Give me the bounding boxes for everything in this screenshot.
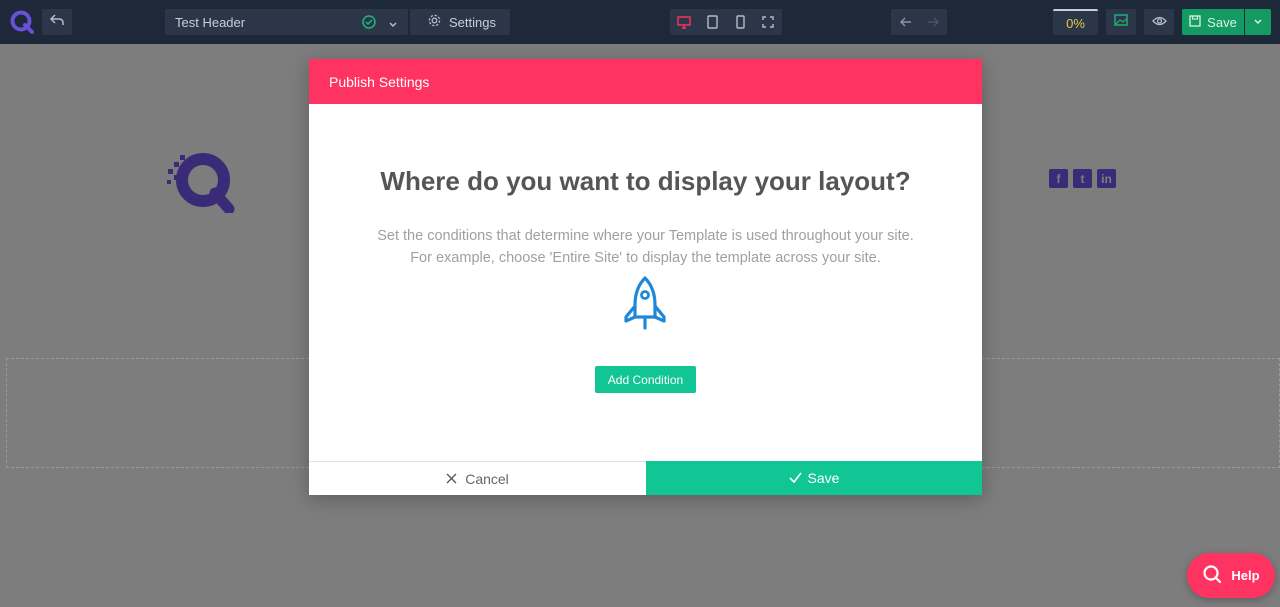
checkmark-icon	[788, 470, 802, 486]
header-name-select[interactable]: Test Header	[165, 9, 408, 35]
fullscreen-icon[interactable]	[754, 9, 782, 35]
save-label: Save	[807, 470, 840, 486]
q-logo-icon[interactable]	[9, 9, 35, 35]
history-nav	[891, 9, 947, 35]
check-circle-icon	[362, 15, 376, 32]
eye-icon	[1151, 13, 1167, 31]
chevron-down-icon[interactable]	[388, 17, 398, 32]
close-icon	[446, 471, 457, 487]
help-search-icon	[1202, 564, 1222, 587]
rocket-icon	[621, 275, 669, 331]
facebook-icon: f	[1049, 169, 1068, 188]
modal-title: Where do you want to display your layout…	[380, 166, 911, 196]
toolbar-save-button[interactable]: Save	[1182, 9, 1244, 35]
device-switcher	[670, 9, 782, 35]
modal-description: Set the conditions that determine where …	[309, 225, 982, 269]
header-name-text: Test Header	[175, 14, 246, 30]
twitter-icon: t	[1073, 169, 1092, 188]
modal-header-title: Publish Settings	[329, 73, 430, 90]
settings-label: Settings	[449, 14, 496, 30]
image-button[interactable]	[1106, 9, 1136, 35]
arrow-left-icon[interactable]	[891, 9, 919, 35]
tablet-icon[interactable]	[698, 9, 726, 35]
desktop-icon[interactable]	[670, 9, 698, 35]
cancel-button[interactable]: Cancel	[309, 462, 646, 495]
linkedin-icon: in	[1097, 169, 1116, 188]
site-logo-icon	[165, 147, 235, 215]
help-label: Help	[1231, 568, 1260, 583]
save-button[interactable]: Save	[646, 461, 982, 495]
arrow-right-icon[interactable]	[919, 9, 947, 35]
settings-button[interactable]: Settings	[410, 9, 510, 35]
preview-button[interactable]	[1144, 9, 1174, 35]
modal-header: Publish Settings	[309, 59, 982, 104]
toolbar-save-label: Save	[1207, 14, 1237, 30]
image-icon	[1114, 13, 1128, 31]
social-links: f t in	[1049, 169, 1116, 188]
description-line-2: For example, choose 'Entire Site' to dis…	[410, 250, 881, 266]
add-condition-button[interactable]: Add Condition	[595, 366, 696, 393]
modal-footer: Cancel Save	[309, 461, 982, 495]
gear-icon	[428, 14, 441, 30]
undo-icon	[49, 13, 65, 32]
progress-indicator: 0%	[1053, 9, 1098, 35]
mobile-icon[interactable]	[726, 9, 754, 35]
description-line-1: Set the conditions that determine where …	[377, 228, 914, 244]
undo-button[interactable]	[42, 9, 72, 35]
save-icon	[1189, 14, 1201, 30]
help-button[interactable]: Help	[1187, 553, 1275, 598]
top-toolbar: Test Header Settings 0% Save	[0, 0, 1280, 44]
cancel-label: Cancel	[465, 470, 509, 487]
publish-settings-modal: Publish Settings Where do you want to di…	[309, 59, 982, 495]
chevron-down-icon	[1253, 13, 1263, 31]
save-options-button[interactable]	[1245, 9, 1271, 35]
